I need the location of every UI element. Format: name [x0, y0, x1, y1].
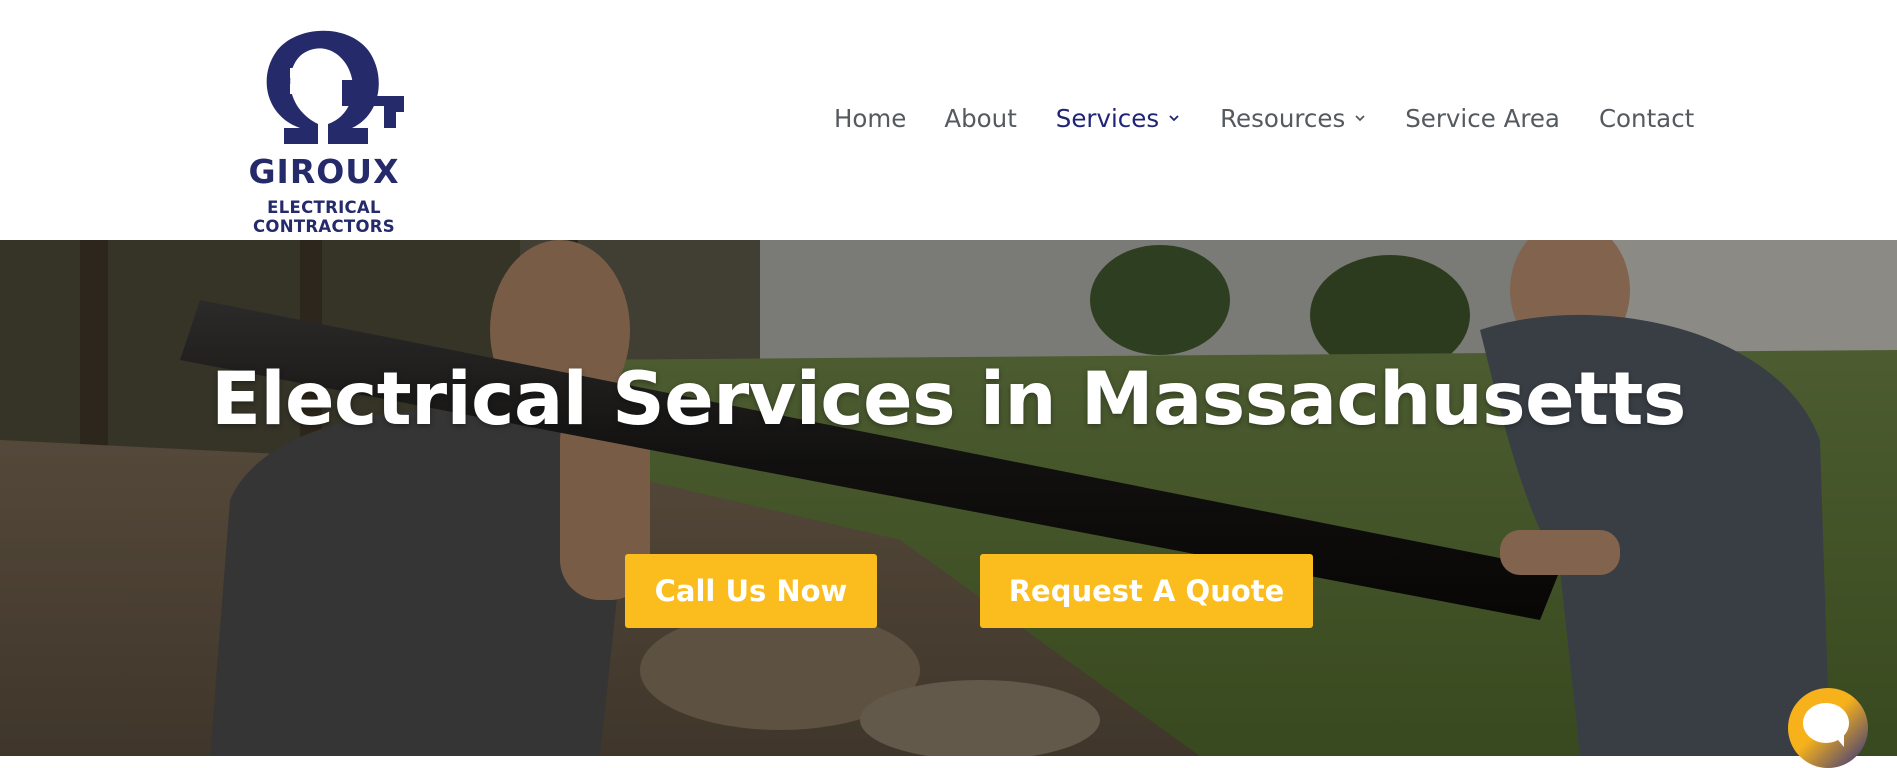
nav-item-label: Service Area — [1405, 103, 1560, 133]
nav-item-service-area[interactable]: Service Area — [1405, 104, 1560, 133]
nav-item-contact[interactable]: Contact — [1599, 104, 1694, 133]
hero-section: Electrical Services in Massachusetts Cal… — [0, 240, 1897, 756]
hero-overlay — [0, 240, 1897, 756]
call-us-now-button[interactable]: Call Us Now — [625, 554, 877, 628]
eg-omega-monogram-icon — [266, 30, 404, 144]
nav-item-resources[interactable]: Resources — [1220, 104, 1365, 133]
chevron-down-icon — [1355, 115, 1365, 122]
nav-item-label: Home — [834, 103, 907, 133]
nav-item-services[interactable]: Services — [1056, 104, 1179, 133]
nav-item-label: Contact — [1598, 103, 1695, 133]
brand-name: GIROUX — [248, 152, 400, 191]
nav-item-label: About — [944, 103, 1017, 133]
main-nav: Home About Services Resources Service Ar… — [834, 100, 1694, 136]
nav-item-about[interactable]: About — [944, 104, 1016, 133]
nav-item-label: Services — [1055, 103, 1160, 133]
chevron-down-icon — [1169, 115, 1179, 122]
site-header: GIROUX ELECTRICAL CONTRACTORS Home About… — [0, 0, 1897, 240]
chat-bubble-tail — [1832, 733, 1844, 747]
brand-tagline: ELECTRICAL CONTRACTORS — [253, 198, 395, 236]
nav-item-home[interactable]: Home — [834, 104, 906, 133]
hero-title: Electrical Services in Massachusetts — [211, 357, 1686, 442]
chat-widget-button[interactable] — [1788, 688, 1868, 768]
nav-item-label: Resources — [1220, 103, 1346, 133]
logo[interactable]: GIROUX ELECTRICAL CONTRACTORS — [196, 16, 452, 236]
request-a-quote-button[interactable]: Request A Quote — [980, 554, 1313, 628]
